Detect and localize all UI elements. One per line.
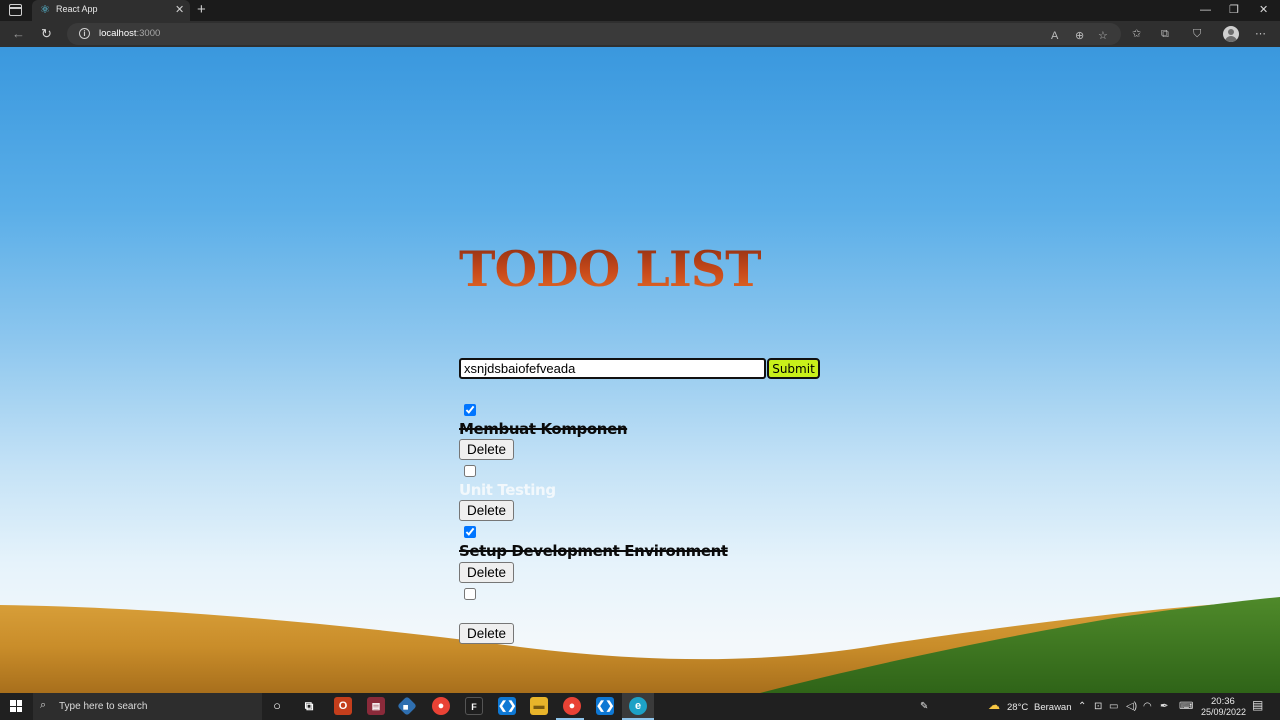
task-view-icon[interactable]: ⧉ <box>300 697 318 715</box>
pen-icon[interactable]: ✎ <box>920 701 928 713</box>
search-icon: ⌕ <box>40 699 47 711</box>
tab-close-icon[interactable]: ✕ <box>175 3 184 17</box>
delete-button[interactable]: Delete <box>459 439 514 460</box>
todo-checkbox[interactable] <box>464 404 476 416</box>
react-logo-icon: ⚛ <box>40 4 50 16</box>
file-explorer-icon[interactable]: ▬ <box>530 697 548 715</box>
vscode-icon[interactable]: ❮❯ <box>596 697 614 715</box>
clock-date[interactable]: 25/09/2022 <box>1201 707 1246 717</box>
taskbar-search[interactable]: ⌕ Type here to search <box>33 693 262 720</box>
wifi-icon[interactable]: ◠ <box>1143 701 1152 713</box>
battery-icon[interactable]: ▭ <box>1109 701 1118 713</box>
back-icon[interactable]: ← <box>12 26 25 42</box>
todo-text: Unit Testing <box>459 481 556 499</box>
sourcetree-icon[interactable]: ◆ <box>397 696 417 716</box>
office-icon[interactable]: O <box>334 697 352 715</box>
delete-button[interactable]: Delete <box>459 500 514 521</box>
delete-button[interactable]: Delete <box>459 562 514 583</box>
close-window-icon[interactable]: ✕ <box>1259 3 1268 17</box>
tab-title: React App <box>56 4 98 14</box>
todo-input[interactable] <box>459 358 766 379</box>
cortana-icon[interactable]: ○ <box>268 697 286 715</box>
pen-workspace-icon[interactable]: ✒ <box>1160 701 1168 713</box>
todo-checkbox[interactable] <box>464 588 476 600</box>
weather-icon[interactable]: ☁ <box>988 699 1000 711</box>
edge-taskbar-button[interactable]: e <box>622 693 654 720</box>
collections-icon[interactable]: ⧉ <box>1161 27 1169 41</box>
volume-icon[interactable]: ◁) <box>1126 701 1137 713</box>
submit-button[interactable]: Submit <box>767 358 820 379</box>
chevron-up-icon[interactable]: ⌃ <box>1078 701 1086 713</box>
address-bar[interactable]: i localhost:3000 A ⊕ ☆ <box>67 23 1121 45</box>
weather-temp[interactable]: 28°C <box>1007 702 1028 713</box>
vscode-icon[interactable]: ❮❯ <box>498 697 516 715</box>
more-options-icon[interactable]: ⋯ <box>1255 27 1266 41</box>
page-title: TODO LIST <box>459 240 762 298</box>
keyboard-icon[interactable]: ⌨ <box>1179 701 1193 713</box>
browser-tab[interactable]: ⚛ React App ✕ <box>32 0 190 21</box>
chrome-icon[interactable]: ● <box>563 697 581 715</box>
read-aloud-icon[interactable]: A <box>1051 29 1058 43</box>
todo-text: Membuat Komponen <box>459 420 628 438</box>
profile-avatar-icon[interactable] <box>1223 26 1239 42</box>
restore-icon[interactable]: ❐ <box>1229 3 1239 17</box>
favorites-icon[interactable]: ✩ <box>1132 27 1141 41</box>
edge-icon: e <box>629 697 647 715</box>
chrome-icon[interactable]: ● <box>432 697 450 715</box>
add-favorite-icon[interactable]: ☆ <box>1098 29 1108 43</box>
browser-essentials-icon[interactable]: ⛉ <box>1193 27 1201 41</box>
browser-tab-bar: ⚛ React App ✕ + — ❐ ✕ <box>0 0 1280 21</box>
todo-checkbox[interactable] <box>464 526 476 538</box>
weather-desc[interactable]: Berawan <box>1034 702 1072 713</box>
windows-taskbar: ⌕ Type here to search ○ ⧉ O ▤ ◆ ● F ❮❯ ▬… <box>0 693 1280 720</box>
new-tab-icon[interactable]: + <box>197 1 206 19</box>
url-text: localhost:3000 <box>99 28 161 39</box>
clock-time[interactable]: 20:36 <box>1211 696 1235 707</box>
tab-actions-icon[interactable] <box>9 4 22 16</box>
info-icon[interactable]: i <box>79 28 90 39</box>
minimize-icon[interactable]: — <box>1200 3 1211 17</box>
page-viewport: TODO LIST Submit Membuat Komponen Delete… <box>0 47 1280 693</box>
windows-start-icon[interactable] <box>10 700 22 712</box>
meet-now-icon[interactable]: ⊡ <box>1094 701 1102 713</box>
winrar-icon[interactable]: ▤ <box>367 697 385 715</box>
delete-button[interactable]: Delete <box>459 623 514 644</box>
notification-icon[interactable]: ▤ <box>1252 699 1263 711</box>
browser-toolbar: ← ↻ i localhost:3000 A ⊕ ☆ ✩ ⧉ ⛉ ⋯ <box>0 21 1280 47</box>
zoom-icon[interactable]: ⊕ <box>1075 29 1084 43</box>
figma-icon[interactable]: F <box>465 697 483 715</box>
todo-checkbox[interactable] <box>464 465 476 477</box>
search-placeholder: Type here to search <box>59 701 148 712</box>
refresh-icon[interactable]: ↻ <box>41 26 52 42</box>
todo-text: Setup Development Environment <box>459 542 728 560</box>
